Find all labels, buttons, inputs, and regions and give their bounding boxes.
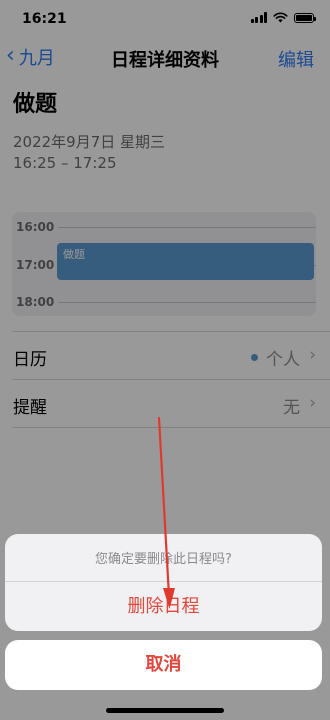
home-indicator <box>106 708 224 713</box>
annotation-arrow-icon <box>157 416 175 609</box>
